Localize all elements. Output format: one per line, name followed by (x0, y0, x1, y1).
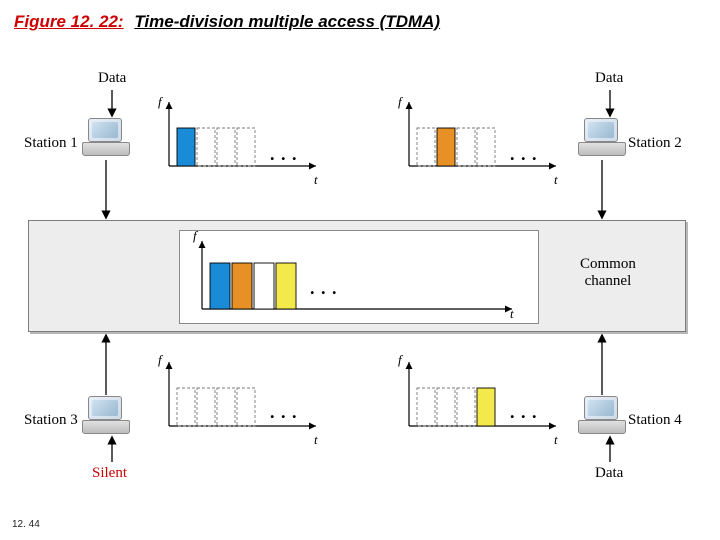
common-channel-label-line2: channel (585, 273, 632, 289)
station4-ellipsis: . . . (510, 402, 538, 423)
station3-y-axis-label: f (158, 352, 162, 368)
common-channel-chart (182, 237, 532, 321)
common-channel-label: Common channel (580, 256, 636, 289)
station4-label: Station 4 (628, 412, 682, 429)
station3-data-label: Silent (92, 465, 127, 482)
common-channel-inner-box (179, 230, 539, 324)
station3-ellipsis: . . . (270, 402, 298, 423)
station4-laptop-icon (578, 396, 626, 434)
station4-y-axis-label: f (398, 352, 402, 368)
common-y-axis-label: f (193, 228, 197, 244)
common-x-axis-label: t (510, 306, 514, 322)
station4-x-axis-label: t (554, 432, 558, 448)
station4-timeslot-chart (395, 360, 570, 440)
station3-timeslot-chart (155, 360, 330, 440)
common-ellipsis: . . . (310, 278, 338, 299)
station4-data-label: Data (595, 465, 623, 482)
station3-x-axis-label: t (314, 432, 318, 448)
station3-label: Station 3 (24, 412, 78, 429)
common-channel-label-line1: Common (580, 256, 636, 272)
station3-laptop-icon (82, 396, 130, 434)
